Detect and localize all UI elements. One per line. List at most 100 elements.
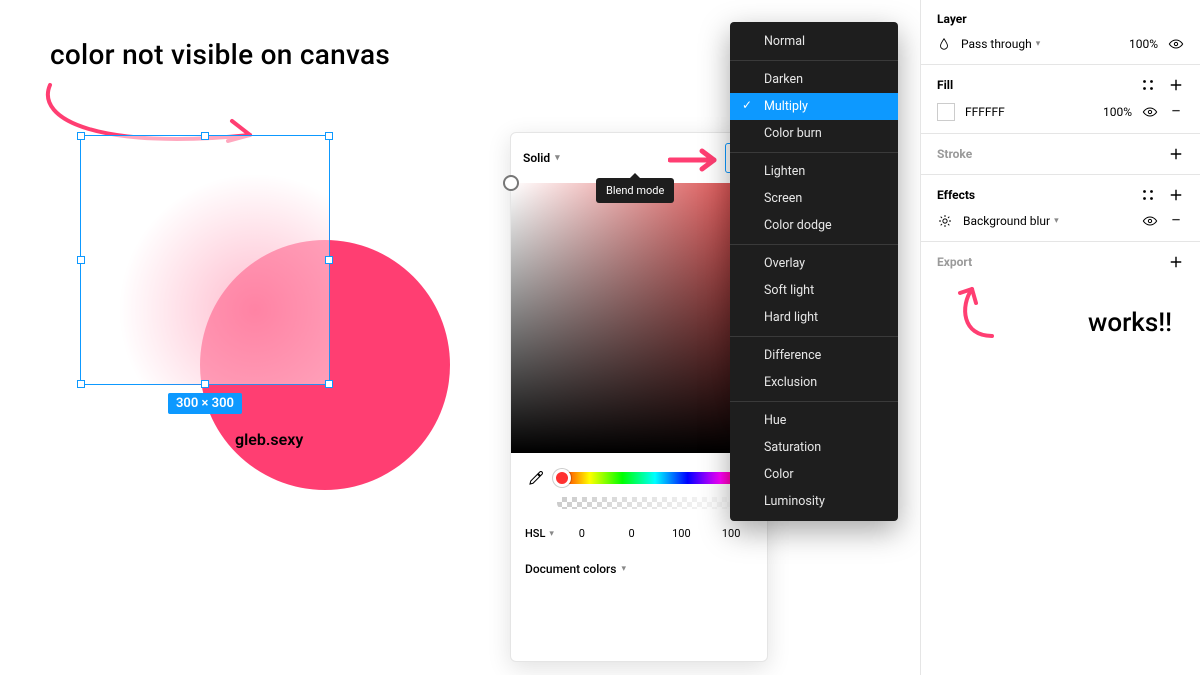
section-title: Layer [937,12,967,26]
resize-handle[interactable] [77,380,85,388]
saturation-input[interactable]: 0 [610,523,654,544]
blend-option-multiply[interactable]: Multiply [730,93,898,120]
add-export-button[interactable] [1168,254,1184,270]
chevron-down-icon: ▾ [1054,216,1059,226]
fill-hex[interactable]: FFFFFF [965,105,1005,119]
chevron-down-icon: ▾ [555,153,560,163]
eyedropper-button[interactable] [525,467,547,489]
credit-text: gleb.sexy [235,430,303,449]
fill-opacity[interactable]: 100% [1103,105,1132,119]
chevron-down-icon: ▾ [549,529,554,539]
canvas-area: color not visible on canvas 300 × 300 gl… [0,0,470,675]
style-button[interactable] [1140,77,1156,93]
menu-separator [730,336,898,337]
eye-icon [1168,36,1184,52]
add-stroke-button[interactable] [1168,146,1184,162]
blend-mode-tooltip: Blend mode [596,178,674,203]
four-dots-icon [1141,78,1155,92]
lightness-input[interactable]: 100 [659,523,703,544]
blend-option-hue[interactable]: Hue [730,407,898,434]
alpha-input[interactable]: 100 [709,523,753,544]
blend-option-soft-light[interactable]: Soft light [730,277,898,304]
section-effects: Effects Background blur ▾ − [921,175,1200,242]
blend-option-darken[interactable]: Darken [730,66,898,93]
fill-swatch[interactable] [937,103,955,121]
annotation-right: works!! [1088,308,1172,338]
menu-separator [730,60,898,61]
plus-icon [1169,78,1183,92]
blend-option-color-dodge[interactable]: Color dodge [730,212,898,239]
section-stroke: Stroke [921,134,1200,175]
resize-handle[interactable] [201,132,209,140]
blend-option-lighten[interactable]: Lighten [730,158,898,185]
resize-handle[interactable] [201,380,209,388]
resize-handle[interactable] [77,132,85,140]
menu-separator [730,152,898,153]
blend-option-color-burn[interactable]: Color burn [730,120,898,147]
resize-handle[interactable] [77,256,85,264]
canvas-selected-square[interactable] [80,135,330,385]
blend-option-exclusion[interactable]: Exclusion [730,369,898,396]
section-title: Fill [937,78,953,92]
hue-slider[interactable] [557,472,753,484]
blend-option-difference[interactable]: Difference [730,342,898,369]
chevron-down-icon: ▾ [621,564,626,574]
plus-icon [1169,147,1183,161]
layer-opacity[interactable]: 100% [1129,37,1158,51]
visibility-toggle[interactable] [1142,104,1158,120]
layer-blend-label: Pass through [961,37,1032,51]
visibility-toggle[interactable] [1142,213,1158,229]
style-button[interactable] [1140,187,1156,203]
blend-option-color[interactable]: Color [730,461,898,488]
eye-icon [1142,213,1158,229]
alpha-slider[interactable] [557,497,753,509]
section-fill: Fill FFFFFF 100% − [921,65,1200,134]
blend-option-luminosity[interactable]: Luminosity [730,488,898,515]
resize-handle[interactable] [325,256,333,264]
color-model-dropdown[interactable]: HSL ▾ [525,527,554,540]
plus-icon [1169,255,1183,269]
fill-type-label: Solid [523,151,550,165]
document-colors-label: Document colors [525,562,616,576]
blend-option-screen[interactable]: Screen [730,185,898,212]
effect-settings-button[interactable] [937,213,953,229]
section-title: Stroke [937,147,972,161]
blend-option-normal[interactable]: Normal [730,28,898,55]
fill-type-dropdown[interactable]: Solid ▾ [523,151,560,165]
arrow-annotation-middle-icon [668,148,724,172]
resize-handle[interactable] [325,380,333,388]
menu-separator [730,244,898,245]
menu-separator [730,401,898,402]
sun-icon [937,213,953,229]
four-dots-icon [1141,188,1155,202]
resize-handle[interactable] [325,132,333,140]
visibility-toggle[interactable] [1168,36,1184,52]
add-fill-button[interactable] [1168,77,1184,93]
hue-slider-handle[interactable] [553,469,571,487]
blend-option-saturation[interactable]: Saturation [730,434,898,461]
add-effect-button[interactable] [1168,187,1184,203]
chevron-down-icon: ▾ [1036,39,1041,49]
droplet-outline-icon [937,37,951,51]
color-field-handle[interactable] [503,175,519,191]
hue-input[interactable]: 0 [560,523,604,544]
arrow-annotation-right-icon [952,281,1022,341]
effect-type-dropdown[interactable]: Background blur ▾ [963,214,1059,228]
plus-icon [1169,188,1183,202]
blend-option-overlay[interactable]: Overlay [730,250,898,277]
remove-effect-button[interactable]: − [1168,213,1184,229]
section-layer: Layer Pass through ▾ 100% [921,0,1200,65]
document-colors-dropdown[interactable]: Document colors ▾ [511,544,767,594]
eye-icon [1142,104,1158,120]
blend-option-hard-light[interactable]: Hard light [730,304,898,331]
color-saturation-field[interactable] [511,183,767,453]
layer-blend-dropdown[interactable]: Pass through ▾ [961,37,1040,51]
eyedropper-icon [527,469,545,487]
section-title: Effects [937,188,975,202]
remove-fill-button[interactable]: − [1168,104,1184,120]
selection-size-badge: 300 × 300 [168,393,242,414]
effect-type-label: Background blur [963,214,1050,228]
color-model-label: HSL [525,527,545,540]
section-export: Export [921,242,1200,282]
section-title: Export [937,255,972,269]
